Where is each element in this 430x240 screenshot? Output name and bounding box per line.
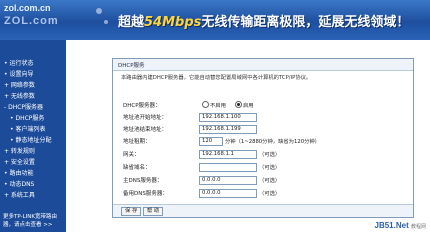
slogan-speed: 54Mbps <box>144 15 202 30</box>
sidebar-more-link[interactable]: 更多TP-LINK宽带路由 <box>3 212 57 220</box>
header-banner: zol.com.cn ZOL.com 超越54Mbps无线传输距离极限，延展无线… <box>0 0 430 40</box>
dhcp-disable-label: 不启用 <box>210 103 226 109</box>
domain-optional: （可选） <box>259 165 281 171</box>
dhcp-disable-radio[interactable] <box>202 101 209 108</box>
help-button[interactable]: 帮 助 <box>143 207 164 216</box>
sidebar-item-forwarding[interactable]: + 转发规则 <box>4 146 35 155</box>
sidebar-item-network[interactable]: + 网络参数 <box>4 80 35 89</box>
lease-input[interactable]: 120 <box>199 137 223 146</box>
sidebar-item-client-list[interactable]: • 客户端列表 <box>10 124 45 133</box>
domain-label: 缺省域名： <box>123 165 151 171</box>
save-button[interactable]: 保 存 <box>121 207 142 216</box>
domain-input[interactable] <box>199 163 257 172</box>
gateway-optional: （可选） <box>259 152 281 158</box>
dhcp-label: DHCP服务器： <box>123 103 161 109</box>
sidebar-item-routing[interactable]: • 路由功能 <box>4 168 33 177</box>
dns1-input[interactable]: 0.0.0.0 <box>199 176 257 185</box>
dhcp-enable-radio[interactable] <box>235 101 242 108</box>
gateway-label: 网关： <box>123 152 140 158</box>
end-address-input[interactable]: 192.168.1.199 <box>199 125 257 134</box>
watermark: JB51.Net 教程网 <box>375 221 427 230</box>
watermark-text: JB51.Net <box>374 221 409 230</box>
dns1-optional: （可选） <box>259 178 281 184</box>
panel-description: 本路由器内建DHCP服务器，它能自动替您配置局域网中各计算机的TCP/IP协议。 <box>121 75 312 81</box>
sidebar-item-security[interactable]: + 安全设置 <box>4 157 35 166</box>
panel-title: DHCP服务 <box>118 63 145 69</box>
sidebar-item-system-tools[interactable]: + 系统工具 <box>4 190 35 199</box>
lease-note: 分钟（1~2880分钟，缺省为120分钟） <box>225 139 320 145</box>
banner-slogan: 超越54Mbps无线传输距离极限，延展无线领域！ <box>118 11 409 30</box>
sidebar-item-wizard[interactable]: • 设置向导 <box>4 69 33 78</box>
sidebar-item-static-address[interactable]: • 静态地址分配 <box>10 135 51 144</box>
dns2-optional: （可选） <box>259 191 281 197</box>
decor-dot <box>104 20 108 24</box>
sidebar-item-wireless[interactable]: + 无线参数 <box>4 91 35 100</box>
site-logo: zol.com.cn <box>4 3 51 13</box>
start-address-input[interactable]: 192.168.1.100 <box>199 113 257 122</box>
gateway-input[interactable]: 192.168.1.1 <box>199 150 257 159</box>
panel-titlebar: DHCP服务 <box>113 59 413 71</box>
sidebar-item-status[interactable]: • 运行状态 <box>4 58 33 67</box>
dhcp-enable-label: 启用 <box>243 103 254 109</box>
sidebar-item-dhcp-service[interactable]: • DHCP服务 <box>10 113 44 122</box>
dhcp-panel: DHCP服务 本路由器内建DHCP服务器，它能自动替您配置局域网中各计算机的TC… <box>112 58 414 218</box>
slogan-prefix: 超越 <box>118 15 145 30</box>
slogan-rest: 无线传输距离极限，延展无线领域！ <box>201 15 410 30</box>
watermark-sub: 教程网 <box>410 224 426 230</box>
sidebar-item-ddns[interactable]: • 动态DNS <box>4 179 34 188</box>
dns1-label: 主DNS服务器： <box>123 178 163 184</box>
button-bar: 保 存 帮 助 <box>113 204 413 217</box>
dns2-input[interactable]: 0.0.0.0 <box>199 189 257 198</box>
end-address-label: 地址池结束地址： <box>123 127 168 133</box>
dns2-label: 备用DNS服务器： <box>123 191 168 197</box>
sidebar-item-dhcp[interactable]: - DHCP服务器 <box>4 102 43 111</box>
sidebar-more-link-2[interactable]: 器，请点击查看 >> <box>3 220 52 228</box>
lease-label: 地址租期： <box>123 139 151 145</box>
brand-logo: ZOL.com <box>4 15 59 27</box>
decor-dot <box>96 8 102 14</box>
sidebar-nav: • 运行状态 • 设置向导 + 网络参数 + 无线参数 - DHCP服务器 • … <box>0 40 66 232</box>
start-address-label: 地址池开始地址： <box>123 115 168 121</box>
